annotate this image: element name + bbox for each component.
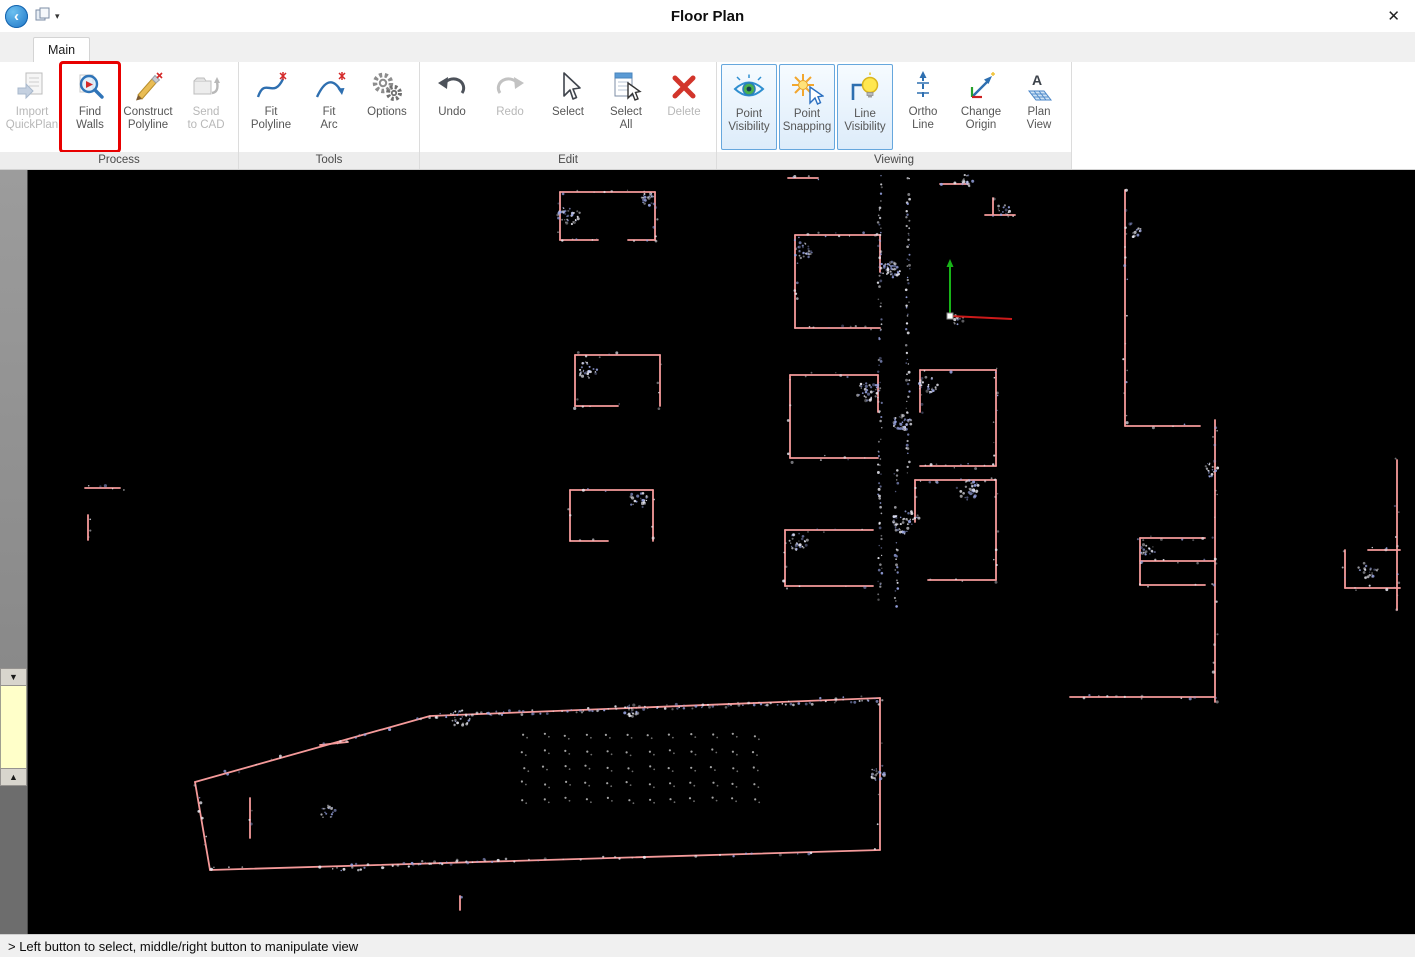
ribbon-tab-strip: Main (0, 32, 1415, 62)
fit-polyline-icon (254, 68, 288, 106)
back-arrow-icon: ‹ (14, 8, 19, 25)
select-button[interactable]: Select (539, 63, 597, 151)
group-label-edit: Edit (420, 152, 716, 169)
ribbon-group-edit: Undo Redo (420, 62, 717, 169)
quick-access-toolbar: ▾ (35, 7, 60, 26)
ribbon-group-process: ImportQuickPlan FindWalls (0, 62, 239, 169)
change-origin-button[interactable]: ChangeOrigin (952, 63, 1010, 151)
status-text: > Left button to select, middle/right bu… (8, 939, 358, 954)
undo-icon (435, 68, 469, 106)
point-snapping-toggle[interactable]: PointSnapping (779, 64, 835, 150)
fit-arc-button[interactable]: FitArc (300, 63, 358, 151)
back-button[interactable]: ‹ (5, 5, 28, 28)
group-label-tools: Tools (239, 152, 419, 169)
send-to-cad-icon (189, 68, 223, 106)
point-visibility-toggle[interactable]: PointVisibility (721, 64, 777, 150)
ribbon-group-viewing: PointVisibility (717, 62, 1072, 169)
change-origin-icon (964, 68, 998, 106)
group-label-process: Process (0, 152, 238, 169)
send-to-cad-button[interactable]: Sendto CAD (177, 63, 235, 151)
close-icon: ✕ (1387, 8, 1400, 25)
select-all-button[interactable]: SelectAll (597, 63, 655, 151)
floor-plan-window: ‹ ▾ Floor Plan ✕ Main (0, 0, 1415, 957)
construct-polyline-icon (131, 68, 165, 106)
plan-view-button[interactable]: A PlanView (1010, 63, 1068, 151)
delete-x-icon (667, 68, 701, 106)
svg-text:A: A (1032, 72, 1042, 88)
close-button[interactable]: ✕ (1372, 7, 1415, 25)
main-area: ▼ ▲ (0, 170, 1415, 934)
select-all-icon (609, 68, 643, 106)
fit-arc-icon (312, 68, 346, 106)
fit-polyline-button[interactable]: FitPolyline (242, 63, 300, 151)
bulb-line-icon (848, 70, 882, 108)
options-button[interactable]: Options (358, 63, 416, 151)
find-walls-button[interactable]: FindWalls (61, 63, 119, 151)
qat-dropdown-icon[interactable]: ▾ (55, 11, 60, 22)
left-panel-track-bottom (0, 786, 27, 934)
import-quickplan-button[interactable]: ImportQuickPlan (3, 63, 61, 151)
redo-button[interactable]: Redo (481, 63, 539, 151)
window-copy-icon[interactable] (35, 7, 51, 26)
options-gears-icon (370, 68, 404, 106)
import-quickplan-icon (15, 68, 49, 106)
color-legend (0, 686, 27, 768)
status-bar: > Left button to select, middle/right bu… (0, 934, 1415, 957)
ribbon-group-tools: FitPolyline FitArc (239, 62, 420, 169)
title-bar: ‹ ▾ Floor Plan ✕ (0, 0, 1415, 32)
undo-button[interactable]: Undo (423, 63, 481, 151)
find-walls-icon (73, 68, 107, 106)
scroll-down-arrow[interactable]: ▼ (0, 668, 27, 686)
select-cursor-icon (551, 68, 585, 106)
floor-plan-point-cloud (28, 170, 1415, 934)
redo-icon (493, 68, 527, 106)
ribbon: ImportQuickPlan FindWalls (0, 62, 1415, 170)
scroll-up-arrow[interactable]: ▲ (0, 768, 27, 786)
plan-view-icon: A (1022, 68, 1056, 106)
ortho-line-icon (906, 68, 940, 106)
line-visibility-toggle[interactable]: LineVisibility (837, 64, 893, 150)
tab-main[interactable]: Main (33, 37, 90, 62)
page-title: Floor Plan (0, 8, 1415, 25)
point-cloud-viewport[interactable] (28, 170, 1415, 934)
snap-star-cursor-icon (790, 70, 824, 108)
ortho-line-button[interactable]: OrthoLine (894, 63, 952, 151)
delete-button[interactable]: Delete (655, 63, 713, 151)
left-panel-scrollbar: ▼ ▲ (0, 170, 28, 934)
left-panel-track-top (0, 170, 27, 668)
group-label-viewing: Viewing (717, 152, 1071, 169)
eye-icon (732, 70, 766, 108)
construct-polyline-button[interactable]: ConstructPolyline (119, 63, 177, 151)
